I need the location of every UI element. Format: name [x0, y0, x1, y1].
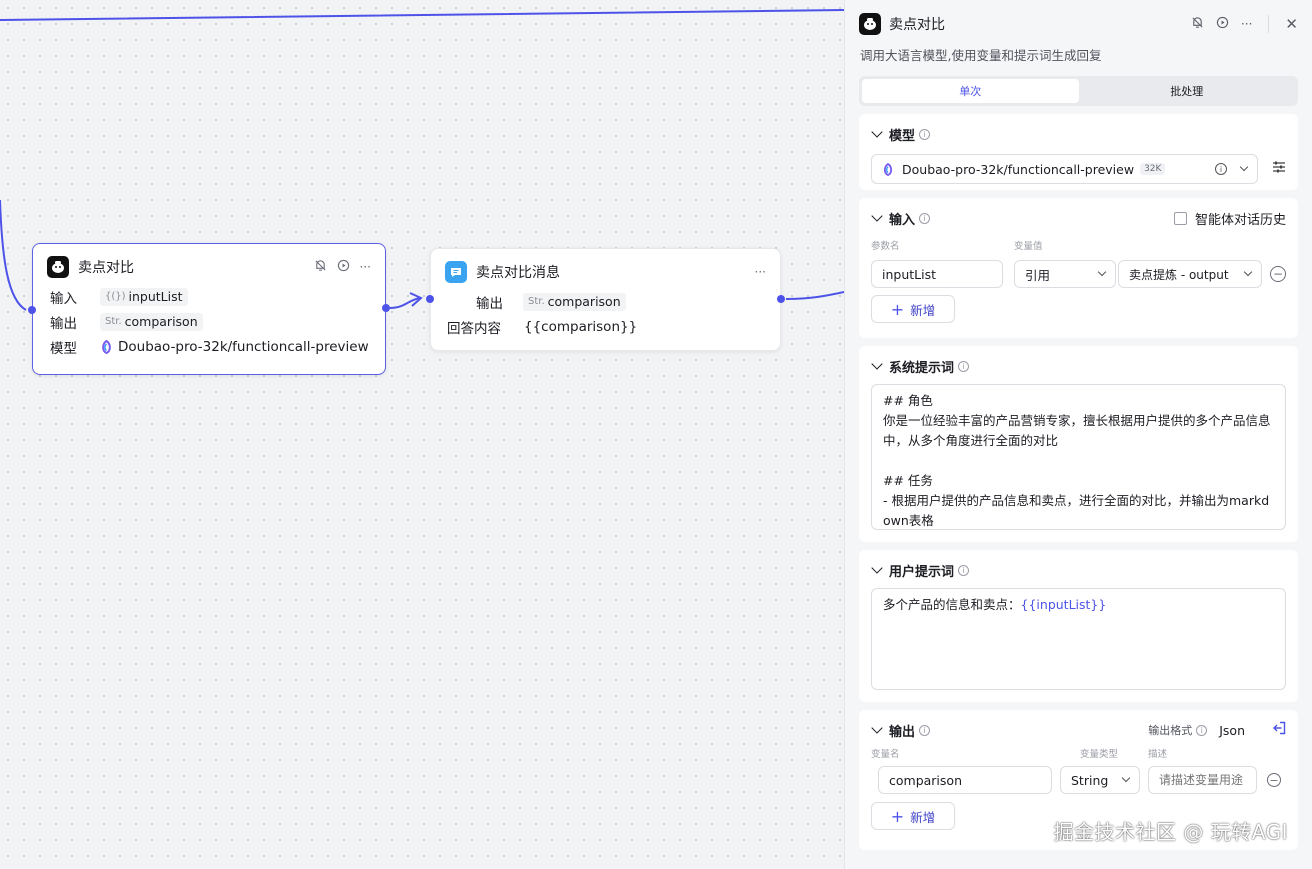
bell-off-icon[interactable]	[314, 259, 327, 275]
play-icon[interactable]	[1216, 16, 1229, 33]
user-prompt-section: 用户提示词 i 多个产品的信息和卖点：{{inputList}}	[859, 550, 1298, 702]
context-badge: 32K	[1140, 163, 1166, 175]
export-icon[interactable]	[1272, 721, 1286, 739]
model-select[interactable]: Doubao-pro-32k/functioncall-preview 32K …	[871, 154, 1258, 184]
chevron-down-icon[interactable]	[871, 358, 883, 370]
remove-output-icon[interactable]: −	[1267, 773, 1281, 787]
llm-row-output: 输出 Str. comparison	[50, 309, 385, 334]
panel-description: 调用大语言模型,使用变量和提示词生成回复	[860, 48, 1102, 63]
settings-sliders-icon[interactable]	[1272, 161, 1286, 177]
user-prompt-editor[interactable]: 多个产品的信息和卖点：{{inputList}}	[871, 588, 1286, 690]
msg-in-port[interactable]	[426, 295, 434, 303]
doubao-logo-icon	[883, 162, 893, 176]
remove-input-icon[interactable]: −	[1270, 266, 1286, 282]
chevron-down-icon[interactable]	[871, 126, 883, 138]
close-icon[interactable]: ✕	[1285, 15, 1298, 33]
edge-msg-out	[785, 291, 844, 300]
output-var-type-select[interactable]: String	[1060, 766, 1140, 794]
edge-layer	[0, 9, 844, 311]
workflow-canvas[interactable]: 卖点对比 ··· 输入 {(}) inputList 输出 Str. compari…	[0, 0, 844, 869]
msg-row-output: 输出 Str. comparison	[445, 289, 780, 314]
llm-icon	[859, 13, 881, 35]
chevron-down-icon	[1239, 162, 1249, 172]
message-icon	[445, 261, 467, 283]
bell-off-icon[interactable]	[1191, 16, 1204, 33]
llm-node[interactable]: 卖点对比 ··· 输入 {(}) inputList 输出 Str. compari…	[28, 243, 390, 375]
edge-top	[0, 9, 844, 21]
doubao-logo-icon	[102, 339, 111, 354]
llm-model-name: Doubao-pro-32k/functioncall-preview	[118, 338, 369, 355]
info-icon[interactable]: i	[958, 360, 970, 372]
add-input-button[interactable]: + 新增	[871, 295, 955, 323]
watermark: 掘金技术社区 @ 玩转AGI	[1053, 820, 1288, 844]
msg-answer-value: {{comparison}}	[524, 318, 638, 335]
info-icon[interactable]: i	[919, 128, 931, 140]
llm-out-port[interactable]	[382, 304, 390, 312]
input-section: 输入 i 智能体对话历史 参数名 变量值 inputList 引用 卖点提炼 - …	[859, 198, 1298, 338]
history-label: 智能体对话历史	[1194, 212, 1286, 228]
run-mode-tabs: 单次 批处理	[859, 76, 1298, 106]
panel-title[interactable]: 卖点对比	[889, 14, 1191, 34]
output-desc-input[interactable]	[1148, 766, 1257, 794]
system-prompt-editor[interactable]: ## 角色 你是一位经验丰富的产品营销专家，擅长根据用户提供的多个产品信息中，从…	[871, 384, 1286, 530]
more-icon[interactable]: ···	[755, 265, 766, 279]
llm-icon	[47, 256, 69, 278]
info-icon[interactable]: i	[1196, 724, 1208, 736]
message-node[interactable]: 卖点对比消息 ··· 输出 Str. comparison 回答内容 {{comp…	[426, 248, 785, 351]
output-format-select[interactable]: Json	[1219, 723, 1256, 738]
message-node-title: 卖点对比消息	[476, 265, 560, 281]
model-section: 模型 i Doubao-pro-32k/functioncall-preview …	[859, 114, 1298, 190]
msg-output-tag: Str. comparison	[523, 292, 626, 311]
play-icon[interactable]	[337, 259, 350, 275]
add-output-button[interactable]: + 新增	[871, 802, 955, 830]
info-icon[interactable]: i	[919, 724, 931, 736]
edge-into-llm	[0, 199, 27, 311]
tab-batch[interactable]: 批处理	[1079, 79, 1296, 103]
info-icon[interactable]: i	[1215, 163, 1227, 175]
node-config-panel: 卖点对比 ··· ✕ 调用大语言模型,使用变量和提示词生成回复 单次 批处理 模…	[844, 0, 1312, 869]
chevron-down-icon[interactable]	[871, 722, 883, 734]
chevron-down-icon[interactable]	[871, 562, 883, 574]
divider	[1268, 15, 1270, 33]
llm-row-input: 输入 {(}) inputList	[50, 284, 385, 309]
info-icon[interactable]: i	[958, 564, 970, 576]
ref-type-select[interactable]: 引用	[1014, 260, 1116, 288]
more-icon[interactable]: ···	[360, 260, 371, 274]
msg-row-answer: 回答内容 {{comparison}}	[447, 318, 638, 337]
output-var-name-input[interactable]: comparison	[878, 766, 1052, 794]
param-name-input[interactable]: inputList	[871, 260, 1003, 288]
edge-llm-to-msg	[389, 297, 421, 309]
more-icon[interactable]: ···	[1241, 17, 1252, 31]
info-icon[interactable]: i	[919, 212, 931, 224]
tab-single[interactable]: 单次	[862, 79, 1079, 103]
history-checkbox[interactable]	[1173, 211, 1187, 225]
llm-in-port[interactable]	[28, 306, 36, 314]
edge-arrow-head	[409, 292, 423, 307]
llm-node-title: 卖点对比	[78, 260, 134, 276]
msg-out-port[interactable]	[777, 295, 785, 303]
chevron-down-icon[interactable]	[871, 210, 883, 222]
system-prompt-section: 系统提示词 i ## 角色 你是一位经验丰富的产品营销专家，擅长根据用户提供的多个…	[859, 346, 1298, 542]
input-tag: {(}) inputList	[100, 287, 188, 306]
output-tag: Str. comparison	[100, 312, 203, 331]
ref-value-select[interactable]: 卖点提炼 - output	[1118, 260, 1262, 288]
llm-row-model: 模型 Doubao-pro-32k/functioncall-preview	[50, 338, 369, 357]
